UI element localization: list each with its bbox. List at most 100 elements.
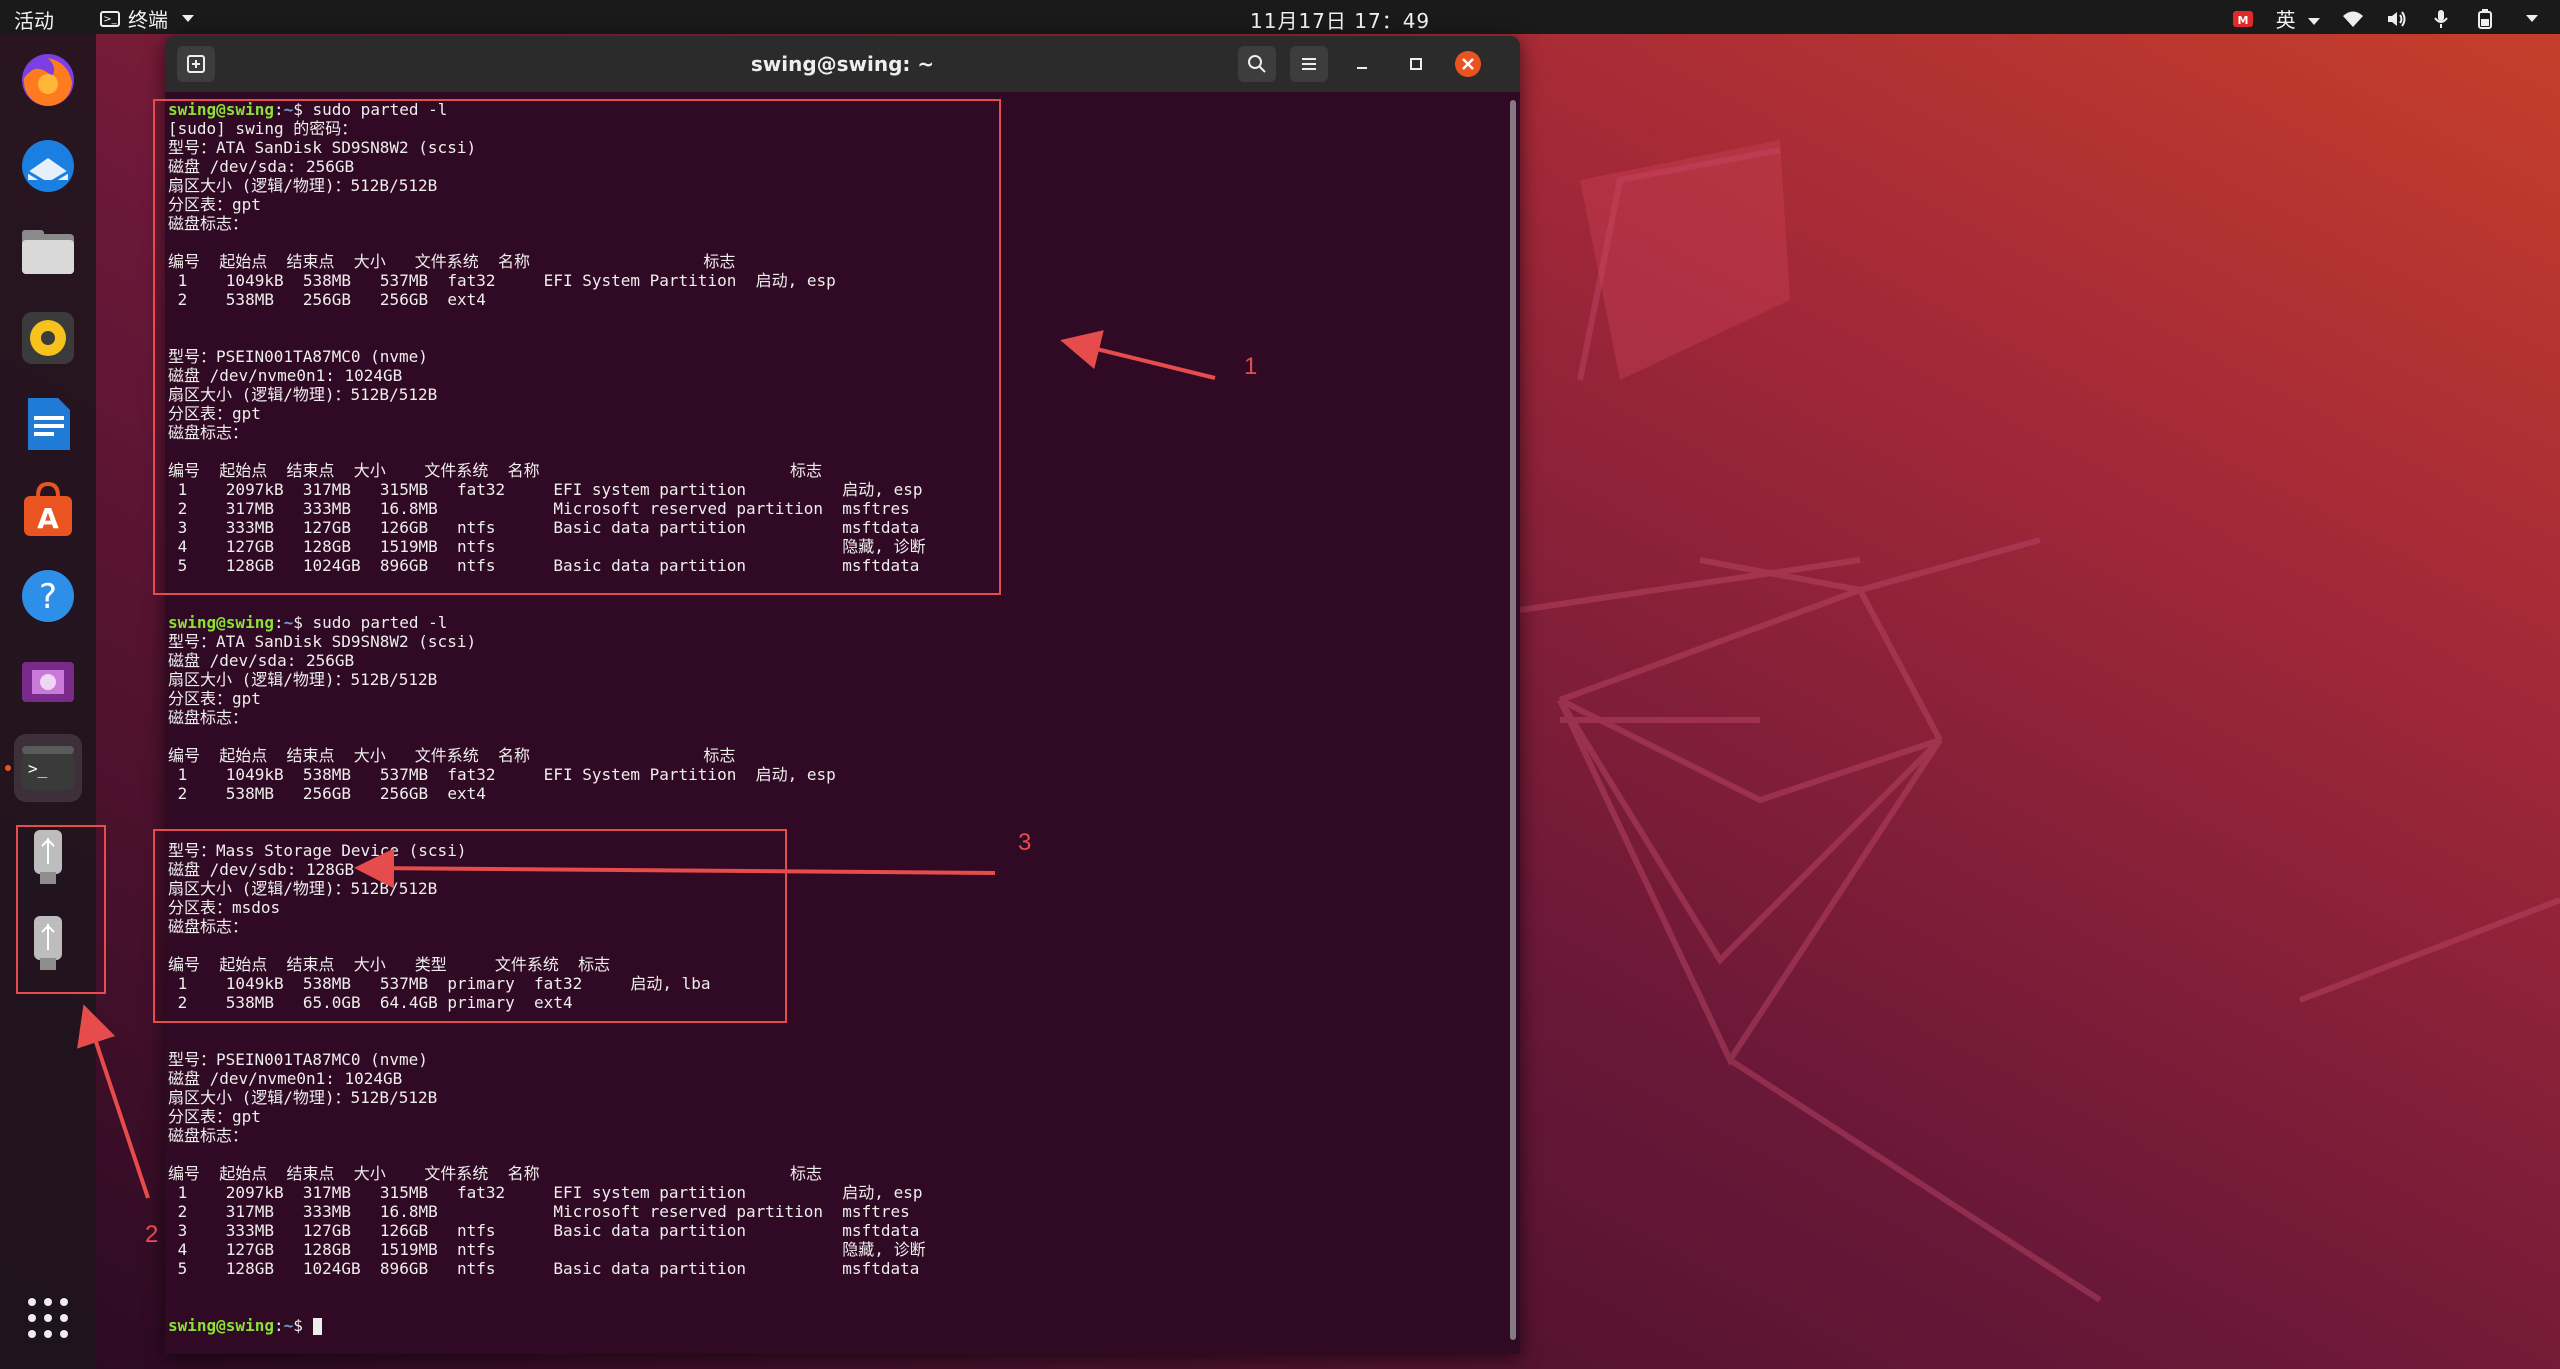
dock-item-rhythmbox[interactable] xyxy=(14,304,82,372)
line-text: 型号：Mass Storage Device (scsi) xyxy=(168,841,467,860)
terminal-output-line: 分区表：msdos xyxy=(168,898,280,917)
thunderbird-icon xyxy=(22,140,74,192)
terminal-output-line: 型号：ATA SanDisk SD9SN8W2 (scsi) xyxy=(168,138,476,157)
dock-item-files[interactable] xyxy=(14,218,82,286)
terminal-output-line: 1 2097kB 317MB 315MB fat32 EFI system pa… xyxy=(168,1183,923,1202)
indicator-app-icon[interactable]: M xyxy=(2232,8,2254,30)
line-text: 磁盘标志： xyxy=(168,1126,249,1145)
line-text: 1 1049kB 538MB 537MB fat32 EFI System Pa… xyxy=(168,271,836,290)
terminal-icon: >_ xyxy=(100,10,120,27)
dock-item-writer[interactable] xyxy=(14,390,82,458)
volume-icon[interactable] xyxy=(2386,8,2408,30)
terminal-output[interactable]: swing@swing:~$ sudo parted -l [sudo] swin… xyxy=(165,92,1505,1354)
close-icon xyxy=(1455,51,1481,77)
app-menu[interactable]: >_ 终端 xyxy=(100,4,194,33)
line-text: 3 333MB 127GB 126GB ntfs Basic data part… xyxy=(168,518,920,537)
wifi-icon[interactable] xyxy=(2342,8,2364,30)
search-button[interactable] xyxy=(1238,46,1276,82)
terminal-output-line: 型号：Mass Storage Device (scsi) xyxy=(168,841,466,860)
input-method-indicator[interactable]: 英 xyxy=(2276,4,2320,33)
terminal-output-line: 4 127GB 128GB 1519MB ntfs 隐藏, 诊断 xyxy=(168,537,926,556)
menu-button[interactable] xyxy=(1290,46,1328,82)
line-text: 编号 起始点 结束点 大小 文件系统 名称 标志 xyxy=(168,461,823,480)
dock-item-usb-drive-1[interactable] xyxy=(14,824,82,892)
line-text: 2 538MB 256GB 256GB ext4 xyxy=(168,784,486,803)
terminal-prompt-line: swing@swing:~$ sudo parted -l xyxy=(168,613,447,632)
line-text: 扇区大小 (逻辑/物理)：512B/512B xyxy=(168,670,438,689)
dock-item-usb-drive-2[interactable] xyxy=(14,910,82,978)
line-text: 型号：PSEIN001TA87MC0 (nvme) xyxy=(168,347,428,366)
terminal-output-line: 1 1049kB 538MB 537MB fat32 EFI System Pa… xyxy=(168,271,836,290)
folder-icon xyxy=(22,230,74,274)
system-menu-button[interactable] xyxy=(2518,8,2540,30)
prompt-path: ~ xyxy=(283,100,294,119)
line-text: 编号 起始点 结束点 大小 文件系统 名称 标志 xyxy=(168,1164,823,1183)
firefox-icon xyxy=(22,54,74,106)
minimize-icon xyxy=(1357,67,1367,69)
text-cursor xyxy=(312,1318,322,1335)
dock-item-software[interactable]: A xyxy=(14,476,82,544)
line-text: 磁盘标志： xyxy=(168,423,249,442)
terminal-output-line: 4 127GB 128GB 1519MB ntfs 隐藏, 诊断 xyxy=(168,1240,926,1259)
dock-item-help[interactable]: ? xyxy=(14,562,82,630)
search-icon xyxy=(1248,55,1266,73)
terminal-window[interactable]: swing@swing: ~ swing@swing:~$ sudo parte… xyxy=(165,36,1520,1354)
microphone-icon[interactable] xyxy=(2430,8,2452,30)
minimize-button[interactable] xyxy=(1343,46,1381,82)
running-indicator xyxy=(5,765,11,771)
dock-item-thunderbird[interactable] xyxy=(14,132,82,200)
line-text: 4 127GB 128GB 1519MB ntfs 隐藏, 诊断 xyxy=(168,537,926,556)
dock-item-shotwell[interactable] xyxy=(14,648,82,716)
terminal-output-line: 2 317MB 333MB 16.8MB Microsoft reserved … xyxy=(168,499,910,518)
maximize-button[interactable] xyxy=(1397,46,1435,82)
terminal-output-line: 扇区大小 (逻辑/物理)：512B/512B xyxy=(168,879,437,898)
line-text: 编号 起始点 结束点 大小 文件系统 名称 标志 xyxy=(168,746,736,765)
line-text: [sudo] swing 的密码： xyxy=(168,119,358,138)
close-button[interactable] xyxy=(1449,46,1487,82)
prompt-separator: : xyxy=(273,100,284,119)
terminal-output-line: 编号 起始点 结束点 大小 文件系统 名称 标志 xyxy=(168,1164,822,1183)
show-applications-button[interactable] xyxy=(14,1284,82,1352)
clock[interactable]: 11月17日 17：49 xyxy=(1250,5,1430,34)
svg-text:>_: >_ xyxy=(28,759,48,778)
line-text: 分区表：gpt xyxy=(168,1107,261,1126)
terminal-output-line: 磁盘标志： xyxy=(168,423,248,442)
line-text: 型号：PSEIN001TA87MC0 (nvme) xyxy=(168,1050,428,1069)
chevron-down-icon xyxy=(2526,15,2538,22)
prompt-user: swing@swing xyxy=(168,613,274,632)
dock-item-firefox[interactable] xyxy=(14,46,82,114)
usb-drive-icon xyxy=(34,830,62,884)
line-text: 分区表：msdos xyxy=(168,898,281,917)
activities-button[interactable]: 活动 xyxy=(14,5,54,34)
film-icon xyxy=(22,662,74,702)
line-text: 1 2097kB 317MB 315MB fat32 EFI system pa… xyxy=(168,1183,923,1202)
prompt-separator: : xyxy=(273,1316,284,1335)
terminal-icon: >_ xyxy=(22,746,74,790)
line-text: 磁盘标志： xyxy=(168,917,249,936)
terminal-output-line: 3 333MB 127GB 126GB ntfs Basic data part… xyxy=(168,518,920,537)
terminal-output-line: 扇区大小 (逻辑/物理)：512B/512B xyxy=(168,176,437,195)
battery-icon[interactable] xyxy=(2474,8,2496,30)
prompt-user: swing@swing xyxy=(168,100,274,119)
line-text: 磁盘 /dev/nvme0n1: 1024GB xyxy=(168,366,403,385)
scrollbar[interactable] xyxy=(1510,100,1516,1340)
dock-item-terminal[interactable]: >_ xyxy=(14,734,82,802)
line-text: 磁盘标志： xyxy=(168,214,249,233)
line-text: $ xyxy=(293,1316,313,1335)
terminal-output-line: 扇区大小 (逻辑/物理)：512B/512B xyxy=(168,1088,437,1107)
line-text: 扇区大小 (逻辑/物理)：512B/512B xyxy=(168,879,438,898)
terminal-output-line: 分区表：gpt xyxy=(168,195,261,214)
line-text: $ sudo parted -l xyxy=(293,613,448,632)
terminal-output-line: 磁盘 /dev/sdb: 128GB xyxy=(168,860,354,879)
line-text: 2 538MB 256GB 256GB ext4 xyxy=(168,290,486,309)
line-text: 2 317MB 333MB 16.8MB Microsoft reserved … xyxy=(168,1202,910,1221)
line-text: 扇区大小 (逻辑/物理)：512B/512B xyxy=(168,176,438,195)
hamburger-icon xyxy=(1302,58,1316,70)
terminal-output-line: 扇区大小 (逻辑/物理)：512B/512B xyxy=(168,670,437,689)
line-text: 4 127GB 128GB 1519MB ntfs 隐藏, 诊断 xyxy=(168,1240,926,1259)
line-text: 型号：ATA SanDisk SD9SN8W2 (scsi) xyxy=(168,632,477,651)
line-text: 磁盘 /dev/sdb: 128GB xyxy=(168,860,355,879)
terminal-headerbar[interactable]: swing@swing: ~ xyxy=(165,36,1520,92)
line-text: 分区表：gpt xyxy=(168,689,261,708)
terminal-output-line: 2 538MB 256GB 256GB ext4 xyxy=(168,290,486,309)
